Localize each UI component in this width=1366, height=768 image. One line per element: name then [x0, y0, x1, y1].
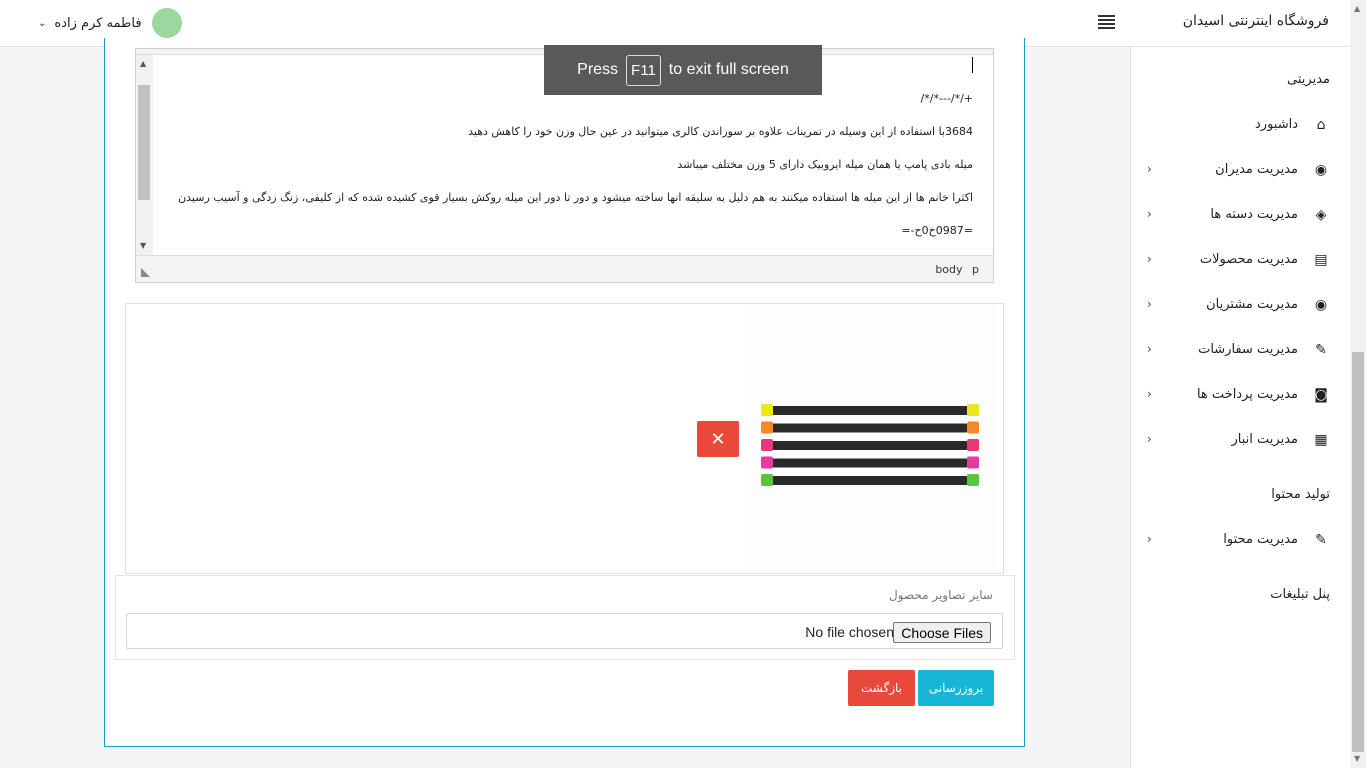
- user-menu[interactable]: ⌄ فاطمه کرم زاده: [38, 8, 182, 38]
- users-icon: ◉: [1314, 297, 1328, 313]
- scroll-up-icon[interactable]: ▲: [140, 59, 146, 68]
- ads-panel-link[interactable]: پنل تبلیغات: [1270, 587, 1330, 602]
- sidebar-item-label: مدیریت محصولات: [1199, 252, 1298, 267]
- editor-line: 3684با استفاده از این وسیله در تمرینات ع…: [468, 125, 973, 138]
- back-button[interactable]: بازگشت: [848, 670, 915, 706]
- bar-end-cap: [761, 456, 773, 469]
- page-scroll-thumb[interactable]: [1352, 352, 1364, 752]
- bar-body: [769, 441, 969, 450]
- product-image: [745, 306, 995, 572]
- bar-body: [769, 423, 969, 433]
- chevron-left-icon: ‹: [1147, 342, 1152, 356]
- chevron-left-icon: ‹: [1147, 432, 1152, 446]
- bar-end-cap: [967, 404, 979, 416]
- scroll-down-icon[interactable]: ▼: [1354, 754, 1360, 763]
- editor-scrollbar[interactable]: ▲ ▼: [136, 55, 153, 255]
- home-icon: ⌂: [1316, 117, 1326, 133]
- editor-statusbar: body p: [136, 255, 993, 282]
- chevron-left-icon: ‹: [1147, 297, 1152, 311]
- pencil-icon: ✎: [1315, 342, 1327, 358]
- sidebar-item-label: مدیریت پرداخت ها: [1196, 387, 1298, 402]
- scroll-down-icon[interactable]: ▼: [140, 241, 146, 250]
- sidebar-item-categories[interactable]: ◈ مدیریت دسته ها ‹: [1130, 197, 1350, 233]
- sidebar-item-payments[interactable]: ◙ مدیریت پرداخت ها ‹: [1130, 377, 1350, 413]
- sidebar-item-label: داشبورد: [1255, 117, 1298, 132]
- warehouse-icon: ▦: [1314, 432, 1328, 448]
- other-images-section: سایر تصاویر محصول Choose Files No file c…: [115, 575, 1015, 660]
- update-button[interactable]: بروزرسانی: [918, 670, 994, 706]
- sidebar-item-label: مدیریت مشتریان: [1206, 297, 1298, 312]
- sidebar-item-products[interactable]: ▤ مدیریت محصولات ‹: [1130, 242, 1350, 278]
- fullscreen-toast: Press F11 to exit full screen: [544, 45, 822, 95]
- body-pump-bars-image: [761, 404, 979, 486]
- sidebar-item-customers[interactable]: ◉ مدیریت مشتریان ‹: [1130, 287, 1350, 323]
- chevron-down-icon: ⌄: [38, 17, 47, 29]
- sidebar-item-content[interactable]: ✎ مدیریت محتوا ‹: [1130, 522, 1350, 558]
- app-root: فروشگاه اینترنتی اسیدان ⌄ فاطمه کرم زاده…: [0, 0, 1366, 768]
- sidebar-item-label: مدیریت مدیران: [1215, 162, 1298, 177]
- text-caret: [972, 57, 973, 73]
- layers-icon: ◈: [1315, 207, 1327, 223]
- bar-body: [769, 458, 969, 468]
- bar-body: [769, 406, 969, 415]
- chevron-left-icon: ‹: [1147, 252, 1152, 266]
- section-content-heading: تولید محتوا: [1271, 487, 1330, 502]
- sidebar-item-dashboard[interactable]: ⌂ داشبورد: [1130, 107, 1350, 143]
- no-file-text: No file chosen: [805, 624, 894, 640]
- sidebar-item-warehouse[interactable]: ▦ مدیریت انبار ‹: [1130, 422, 1350, 458]
- sidebar-item-admins[interactable]: ◉ مدیریت مدیران ‹: [1130, 152, 1350, 188]
- user-name: فاطمه کرم زاده: [54, 15, 142, 31]
- toast-press: Press: [577, 61, 619, 78]
- bar-end-cap: [967, 439, 979, 451]
- sidebar: مدیریتی ⌂ داشبورد ◉ مدیریت مدیران ‹ ◈ مد…: [1130, 47, 1350, 768]
- toast-key: F11: [626, 54, 661, 86]
- bar-end-cap: [761, 439, 773, 451]
- pencil-icon: ✎: [1315, 532, 1327, 548]
- chevron-left-icon: ‹: [1147, 532, 1152, 546]
- editor-line: +/*/---*/*/: [920, 92, 973, 105]
- editor-line: میله بادی پامپ یا همان میله ایروبیک دارا…: [677, 158, 973, 171]
- editor-line: اکثرا خانم ها از این میله ها استفاده میک…: [176, 191, 973, 204]
- chevron-left-icon: ‹: [1147, 162, 1152, 176]
- bar-end-cap: [967, 456, 979, 469]
- chevron-left-icon: ‹: [1147, 207, 1152, 221]
- sidebar-item-label: مدیریت دسته ها: [1210, 207, 1298, 222]
- delete-image-button[interactable]: ✕: [697, 421, 739, 457]
- money-icon: ◙: [1314, 387, 1328, 403]
- element-path[interactable]: body p: [935, 263, 979, 276]
- bar-end-cap: [761, 404, 773, 416]
- scroll-up-icon[interactable]: ▲: [1354, 4, 1360, 13]
- bar-end-cap: [761, 474, 773, 486]
- file-input[interactable]: Choose Files No file chosen: [126, 613, 1003, 649]
- menu-toggle-icon[interactable]: [1098, 15, 1115, 29]
- other-images-label: سایر تصاویر محصول: [889, 588, 993, 602]
- brand-title[interactable]: فروشگاه اینترنتی اسیدان: [1183, 13, 1329, 29]
- sidebar-item-label: مدیریت انبار: [1231, 432, 1299, 447]
- editor-scroll-thumb[interactable]: [138, 85, 150, 200]
- bar-end-cap: [967, 421, 979, 434]
- bar-end-cap: [967, 474, 979, 486]
- sidebar-item-label: مدیریت سفارشات: [1198, 342, 1298, 357]
- avatar: [151, 8, 182, 38]
- toast-text: to exit full screen: [668, 61, 789, 78]
- resize-grip-icon[interactable]: [141, 268, 150, 277]
- chevron-left-icon: ‹: [1147, 387, 1152, 401]
- bar-body: [769, 476, 969, 485]
- section-admin-heading: مدیریتی: [1287, 72, 1330, 87]
- user-admin-icon: ◉: [1314, 162, 1328, 178]
- page-scrollbar[interactable]: ▲ ▼: [1350, 0, 1366, 768]
- sidebar-item-label: مدیریت محتوا: [1223, 532, 1298, 547]
- clipboard-icon: ▤: [1314, 252, 1328, 268]
- editor-line: =0987خ0ح-=: [901, 224, 973, 237]
- choose-files-button[interactable]: Choose Files: [893, 622, 991, 643]
- sidebar-item-orders[interactable]: ✎ مدیریت سفارشات ‹: [1130, 332, 1350, 368]
- bar-end-cap: [761, 421, 773, 434]
